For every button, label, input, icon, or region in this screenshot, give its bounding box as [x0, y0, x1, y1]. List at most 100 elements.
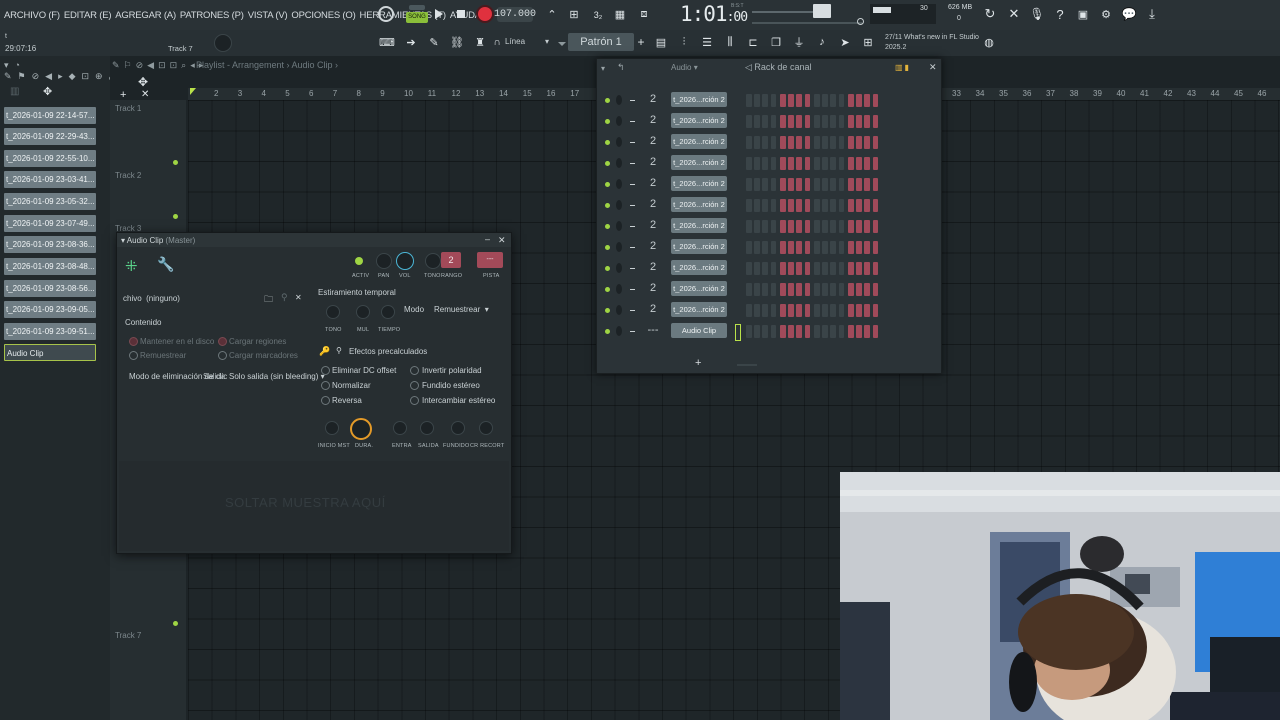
step-button[interactable]: [804, 283, 811, 296]
magnet-icon[interactable]: ∩: [491, 36, 503, 48]
channel-name-button[interactable]: t_2026...rción 2: [671, 155, 727, 170]
plug-icon[interactable]: ⏚: [790, 34, 808, 50]
chat-icon[interactable]: 💬: [1121, 6, 1137, 22]
files-icon[interactable]: ❐: [767, 34, 785, 50]
step-button[interactable]: [762, 94, 768, 107]
undo-icon[interactable]: ↻: [982, 6, 998, 22]
channel-volume-knob[interactable]: [630, 142, 635, 143]
step-button[interactable]: [754, 94, 760, 107]
track-mute-led[interactable]: [173, 160, 178, 165]
close-track-icon[interactable]: ✕: [141, 89, 149, 100]
minimize-icon[interactable]: –: [485, 234, 490, 244]
keep-on-disk-radio[interactable]: [129, 337, 138, 346]
track-label[interactable]: Track 1: [115, 104, 141, 113]
news-panel[interactable]: 27/11 What's new in FL Studio 2025.2: [885, 33, 980, 53]
menu-options[interactable]: OPCIONES (O): [291, 10, 355, 21]
remove-dc-radio[interactable]: [321, 366, 330, 375]
step-button[interactable]: [796, 283, 802, 296]
save-icon[interactable]: ▣: [1075, 6, 1091, 22]
channel-mixer-number[interactable]: 2: [645, 302, 661, 317]
step-button[interactable]: [788, 304, 794, 317]
step-button[interactable]: [830, 178, 836, 191]
step-button[interactable]: [872, 199, 879, 212]
step-button[interactable]: [864, 220, 870, 233]
close-icon[interactable]: ✕: [498, 235, 506, 246]
lock-icon[interactable]: ⚲: [336, 346, 342, 355]
step-button[interactable]: [848, 241, 854, 254]
step-button[interactable]: [762, 262, 768, 275]
channel-mute-led[interactable]: [605, 329, 610, 334]
step-button[interactable]: [780, 94, 786, 107]
step-button[interactable]: [856, 178, 862, 191]
step-button[interactable]: [746, 136, 752, 149]
step-button[interactable]: [856, 304, 862, 317]
channel-volume-knob[interactable]: [630, 163, 635, 164]
step-button[interactable]: [872, 325, 879, 338]
fade-out-knob[interactable]: [420, 421, 434, 435]
step-button[interactable]: [804, 325, 811, 338]
step-button[interactable]: [770, 220, 777, 233]
step-button[interactable]: [822, 241, 828, 254]
step-button[interactable]: [788, 157, 794, 170]
step-button[interactable]: [830, 136, 836, 149]
channel-mute-led[interactable]: [605, 182, 610, 187]
wrench-icon[interactable]: 🔧: [157, 256, 174, 273]
step-button[interactable]: [770, 283, 777, 296]
step-button[interactable]: [864, 136, 870, 149]
step-button[interactable]: [822, 136, 828, 149]
mixer-icon[interactable]: ✕: [1006, 6, 1022, 22]
step-button[interactable]: [746, 304, 752, 317]
step-button[interactable]: [872, 178, 879, 191]
step-button[interactable]: [848, 304, 854, 317]
master-volume-handle[interactable]: [813, 4, 831, 18]
step-button[interactable]: [864, 199, 870, 212]
step-button[interactable]: [804, 178, 811, 191]
step-button[interactable]: [822, 115, 828, 128]
tempo-tapper-icon[interactable]: ♪: [813, 34, 831, 50]
step-button[interactable]: [746, 178, 752, 191]
step-button[interactable]: [780, 199, 786, 212]
step-button[interactable]: [814, 283, 820, 296]
channel-pan-knob[interactable]: [616, 263, 622, 273]
step-button[interactable]: [796, 115, 802, 128]
menu-patterns[interactable]: PATRONES (P): [180, 10, 244, 21]
step-button[interactable]: [830, 115, 836, 128]
cart-icon[interactable]: ⊞: [859, 34, 877, 50]
channel-volume-knob[interactable]: [630, 100, 635, 101]
channel-name-button[interactable]: t_2026...rción 2: [671, 134, 727, 149]
step-button[interactable]: [814, 136, 820, 149]
channel-pan-knob[interactable]: [616, 200, 622, 210]
step-button[interactable]: [762, 199, 768, 212]
step-button[interactable]: [856, 136, 862, 149]
step-button[interactable]: [804, 220, 811, 233]
step-button[interactable]: [746, 115, 752, 128]
mixer-sliders-icon[interactable]: ⫼: [721, 34, 739, 50]
step-button[interactable]: [770, 94, 777, 107]
step-button[interactable]: [814, 220, 820, 233]
channel-mixer-number[interactable]: 2: [645, 134, 661, 149]
step-button[interactable]: [830, 94, 836, 107]
channel-mute-led[interactable]: [605, 98, 610, 103]
step-button[interactable]: [804, 241, 811, 254]
step-button[interactable]: [754, 178, 760, 191]
step-button[interactable]: [856, 325, 862, 338]
countdown-icon[interactable]: 3₂: [589, 7, 607, 22]
pointer-icon[interactable]: ➤: [836, 34, 854, 50]
menu-view[interactable]: VISTA (V): [248, 10, 288, 21]
browser-item[interactable]: t_2026-01-09 22-14-57...: [4, 107, 96, 124]
rack-view-icon[interactable]: ▥▮: [895, 63, 911, 72]
step-button[interactable]: [780, 241, 786, 254]
channel-pan-knob[interactable]: [616, 116, 622, 126]
step-button[interactable]: [864, 304, 870, 317]
add-channel-button[interactable]: +: [695, 357, 701, 369]
mixer-track-display[interactable]: ---: [477, 252, 503, 268]
load-regions-radio[interactable]: [218, 337, 227, 346]
channel-mute-led[interactable]: [605, 245, 610, 250]
track-mute-led[interactable]: [173, 214, 178, 219]
channel-volume-knob[interactable]: [630, 331, 635, 332]
step-button[interactable]: [770, 304, 777, 317]
step-button[interactable]: [762, 136, 768, 149]
channel-pan-knob[interactable]: [616, 305, 622, 315]
step-button[interactable]: [822, 94, 828, 107]
menu-tools[interactable]: HERRAMIENTAS (T): [360, 10, 447, 21]
